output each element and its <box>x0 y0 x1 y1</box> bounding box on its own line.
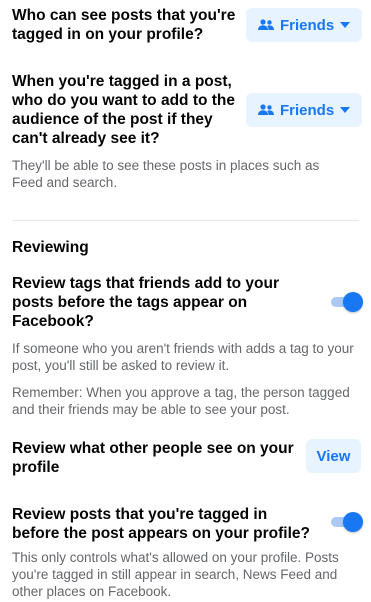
tagged-posts-visibility-dropdown[interactable]: Friends <box>246 8 363 42</box>
toggle-knob <box>343 292 363 312</box>
review-tags-question: Review tags that friends add to your pos… <box>12 275 279 330</box>
caret-down-icon <box>340 107 351 113</box>
friends-icon <box>258 19 274 31</box>
tag-audience-question: When you're tagged in a post, who do you… <box>12 73 236 147</box>
tag-audience-help: They'll be able to see these posts in pl… <box>12 158 320 190</box>
section-divider <box>12 220 359 221</box>
review-tags-toggle[interactable] <box>329 292 363 312</box>
tag-audience-dropdown[interactable]: Friends <box>246 93 363 127</box>
review-tagged-posts-question: Review posts that you're tagged in befor… <box>12 506 310 542</box>
review-tagged-posts-toggle[interactable] <box>329 512 363 532</box>
reviewing-section-title: Reviewing <box>12 239 89 256</box>
caret-down-icon <box>340 22 351 28</box>
tagging-settings-page: Who can see posts that you're tagged in … <box>0 0 371 602</box>
view-profile-button[interactable]: View <box>306 439 361 473</box>
review-tags-reminder: Remember: When you approve a tag, the pe… <box>12 385 350 417</box>
tagged-posts-visibility-question: Who can see posts that you're tagged in … <box>12 7 236 43</box>
review-tagged-posts-help: This only controls what's allowed on you… <box>12 550 339 599</box>
review-profile-view-question: Review what other people see on your pro… <box>12 440 294 476</box>
dropdown-value: Friends <box>280 101 335 119</box>
review-tags-help: If someone who you aren't friends with a… <box>12 341 354 373</box>
friends-icon <box>258 104 274 116</box>
toggle-knob <box>343 512 363 532</box>
dropdown-value: Friends <box>280 16 335 34</box>
